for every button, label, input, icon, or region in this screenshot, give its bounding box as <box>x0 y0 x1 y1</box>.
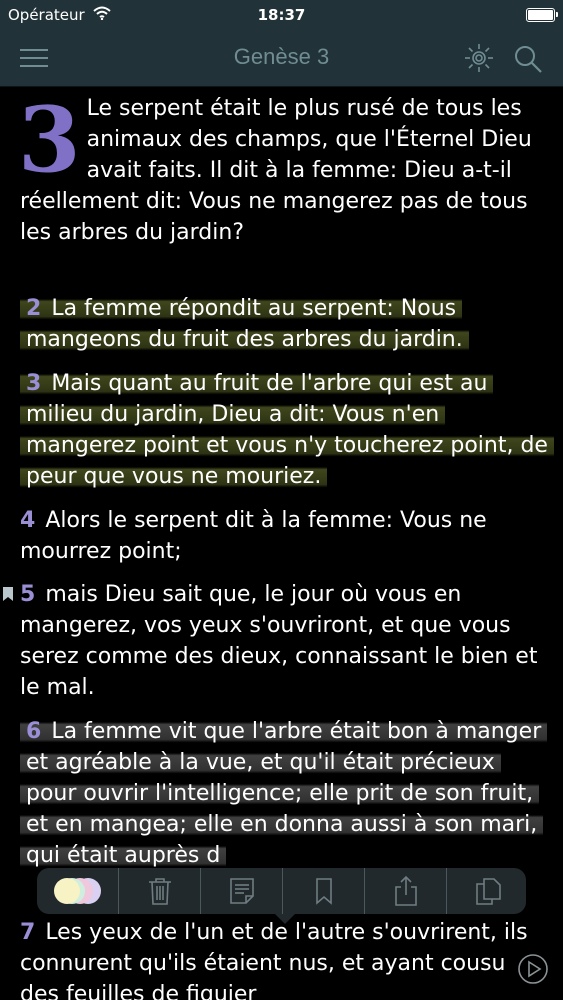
search-icon[interactable] <box>512 43 544 75</box>
color-picker-icon[interactable] <box>37 868 118 914</box>
verse-1[interactable]: 3 Le serpent était le plus rusé de tous … <box>0 93 563 248</box>
verse-5[interactable]: 5 mais Dieu sait que, le jour où vous en … <box>0 579 563 703</box>
verse-number: 7 <box>20 920 36 945</box>
verse-number: 3 <box>26 371 42 396</box>
verse-text: mais Dieu sait que, le jour où vous en m… <box>20 582 538 700</box>
verse-text: Le serpent était le plus rusé de tous le… <box>20 96 532 245</box>
status-time: 18:37 <box>257 6 306 24</box>
note-icon[interactable] <box>201 868 282 914</box>
highlight-yellow: 2 La femme répondit au serpent: Nous mang… <box>20 296 469 352</box>
nav-bar: Genèse 3 <box>0 30 563 87</box>
brightness-icon[interactable] <box>464 43 494 73</box>
verse-3[interactable]: 3 Mais quant au fruit de l'arbre qui est … <box>0 368 563 492</box>
verse-text: Mais quant au fruit de l'arbre qui est a… <box>26 371 548 489</box>
verse-text: La femme vit que l'arbre était bon à man… <box>26 719 542 868</box>
status-bar: Opérateur 18:37 <box>0 0 563 30</box>
verse-text: Les yeux de l'un et de l'autre s'ouvrire… <box>20 920 528 1000</box>
highlight-gray: 6 La femme vit que l'arbre était bon à ma… <box>20 719 548 868</box>
verse-number: 4 <box>20 508 36 533</box>
verse-action-toolbar <box>37 868 528 924</box>
trash-icon[interactable] <box>119 868 200 914</box>
verse-2[interactable]: 2 La femme répondit au serpent: Nous mang… <box>0 293 563 355</box>
share-icon[interactable] <box>365 868 446 914</box>
copy-icon[interactable] <box>447 868 528 914</box>
bookmark-icon[interactable] <box>283 868 364 914</box>
verse-7[interactable]: 7 Les yeux de l'un et de l'autre s'ouvrir… <box>0 917 563 1000</box>
verse-number: 6 <box>26 719 42 744</box>
chapter-content[interactable]: 3 Le serpent était le plus rusé de tous … <box>0 87 563 1000</box>
verse-number: 2 <box>26 296 42 321</box>
battery-icon <box>526 8 558 22</box>
bookmark-marker-icon <box>3 587 13 601</box>
verse-text: Alors le serpent dit à la femme: Vous ne… <box>20 508 487 564</box>
play-audio-icon[interactable] <box>517 953 549 985</box>
verse-text: La femme répondit au serpent: Nous mange… <box>26 296 463 352</box>
chapter-dropcap: 3 <box>18 87 81 193</box>
verse-4[interactable]: 4 Alors le serpent dit à la femme: Vous n… <box>0 505 563 567</box>
verse-6[interactable]: 6 La femme vit que l'arbre était bon à ma… <box>0 716 563 871</box>
highlight-yellow: 3 Mais quant au fruit de l'arbre qui est … <box>20 371 554 489</box>
verse-number: 5 <box>20 582 36 607</box>
